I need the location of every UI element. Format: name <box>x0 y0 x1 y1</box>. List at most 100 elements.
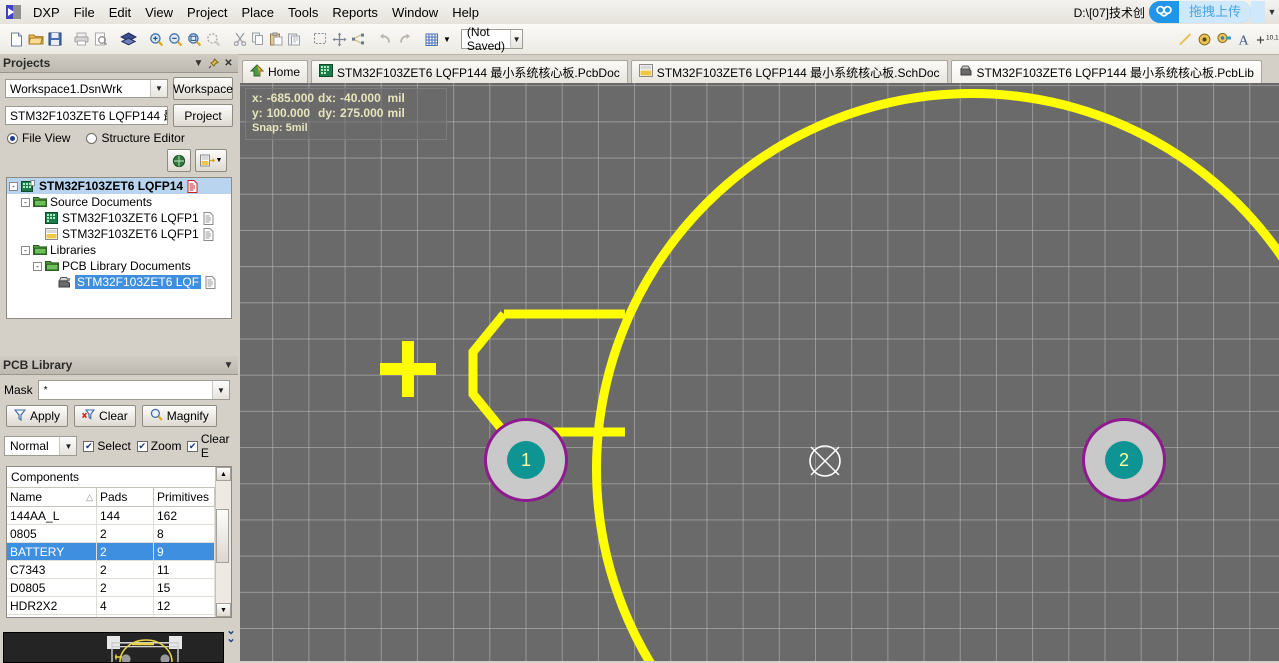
open-project-button[interactable]: ▼ <box>195 149 227 172</box>
tree-expander-icon[interactable]: - <box>21 245 30 255</box>
pad-2[interactable]: 2 <box>1082 418 1166 502</box>
pad-1[interactable]: 1 <box>484 418 568 502</box>
align-icon[interactable] <box>350 27 367 51</box>
tree-item[interactable]: STM32F103ZET6 LQFP1 <box>7 210 231 226</box>
menu-reports[interactable]: Reports <box>325 2 385 23</box>
tree-expander-icon[interactable]: - <box>9 181 18 191</box>
workspace-combo[interactable]: Workspace1.DsnWrk ▼ <box>5 79 168 98</box>
chevron-down-icon[interactable]: ▼ <box>216 157 223 164</box>
tab-schdoc[interactable]: STM32F103ZET6 LQFP144 最小系统核心板.SchDoc <box>630 60 948 83</box>
table-row[interactable]: BATTERY 2 9 <box>7 543 215 561</box>
line-icon[interactable] <box>1177 27 1194 51</box>
zoom-in-icon[interactable] <box>148 27 165 51</box>
table-row[interactable]: HDR2X3615 <box>7 615 215 617</box>
table-row[interactable]: 144AA_L 144 162 <box>7 507 215 525</box>
clear-existing-checkbox[interactable]: ✔ Clear E <box>187 432 238 460</box>
menu-window[interactable]: Window <box>385 2 445 23</box>
redo-icon[interactable] <box>396 27 413 51</box>
tree-item[interactable]: - STM32F103ZET6 LQFP14 <box>7 178 231 194</box>
magnify-button[interactable]: Magnify <box>141 405 217 427</box>
pcb-canvas[interactable]: 1 2 x: -685.000 dx: -40.000 mil y: 100.0… <box>240 83 1279 661</box>
grid-icon[interactable] <box>423 27 440 51</box>
structure-editor-radio[interactable] <box>86 132 98 144</box>
compile-button[interactable] <box>167 149 191 172</box>
coordinate-icon[interactable]: 10,10 <box>1254 27 1279 51</box>
menu-overflow-icon[interactable]: ▼ <box>1265 7 1279 17</box>
tree-expander-icon[interactable]: - <box>33 261 42 271</box>
chevron-down-icon[interactable]: ▼ <box>192 57 205 70</box>
tree-item[interactable]: - Source Documents <box>7 194 231 210</box>
via-icon[interactable] <box>1215 27 1233 51</box>
select-area-icon[interactable] <box>312 27 329 51</box>
menu-file[interactable]: File <box>67 2 102 23</box>
select-checkbox[interactable]: ✔ Select <box>83 439 131 453</box>
zoom-area-icon[interactable] <box>186 27 203 51</box>
components-grid[interactable]: Components Name △ Pads Primitives 144AA_… <box>6 466 232 618</box>
chevron-down-icon[interactable]: ▼ <box>212 381 229 399</box>
zoom-out-icon[interactable] <box>167 27 184 51</box>
layers-icon[interactable] <box>119 27 138 51</box>
print-icon[interactable] <box>73 27 90 51</box>
tree-item[interactable]: - Libraries <box>7 242 231 258</box>
scroll-up-icon[interactable]: ▲ <box>216 467 231 481</box>
clear-button[interactable]: Clear <box>74 405 136 427</box>
column-header-primitives[interactable]: Primitives <box>154 488 215 506</box>
scroll-down-icon[interactable]: ▼ <box>216 603 231 617</box>
mask-input[interactable]: * ▼ <box>37 380 230 400</box>
close-icon[interactable]: ✕ <box>222 57 235 70</box>
tree-item[interactable]: STM32F103ZET6 LQF <box>7 274 231 290</box>
file-view-radio[interactable] <box>7 132 18 144</box>
menu-project[interactable]: Project <box>180 2 234 23</box>
pad-icon[interactable] <box>1196 27 1213 51</box>
chevron-down-icon[interactable]: ▼ <box>510 30 522 48</box>
scrollbar-thumb[interactable] <box>216 509 229 563</box>
expand-panel-icon[interactable]: ⌄ ⌄ <box>224 624 238 646</box>
paste-special-icon[interactable] <box>286 27 302 51</box>
silkscreen-pad1-outline[interactable] <box>465 308 635 438</box>
project-tree[interactable]: - STM32F103ZET6 LQFP14- Source Documents ST… <box>6 177 232 319</box>
project-button[interactable]: Project <box>173 104 233 127</box>
tree-item[interactable]: - PCB Library Documents <box>7 258 231 274</box>
tab-pcbdoc[interactable]: STM32F103ZET6 LQFP144 最小系统核心板.PcbDoc <box>311 60 628 83</box>
workspace-button[interactable]: Workspace <box>173 77 233 100</box>
menu-help[interactable]: Help <box>445 2 486 23</box>
layer-combo[interactable]: (Not Saved) ▼ <box>460 25 523 53</box>
menu-place[interactable]: Place <box>235 2 282 23</box>
chevron-down-icon[interactable]: ▼ <box>59 437 77 455</box>
print-preview-icon[interactable] <box>92 27 109 51</box>
tab-home[interactable]: Home <box>242 60 309 83</box>
menu-view[interactable]: View <box>138 2 180 23</box>
save-icon[interactable] <box>47 27 63 51</box>
menu-dxp[interactable]: DXP <box>26 2 67 23</box>
table-row[interactable]: 0805 2 8 <box>7 525 215 543</box>
tab-pcblib[interactable]: STM32F103ZET6 LQFP144 最小系统核心板.PcbLib <box>950 60 1262 83</box>
menu-tools[interactable]: Tools <box>281 2 325 23</box>
column-header-pads[interactable]: Pads <box>97 488 154 506</box>
open-folder-icon[interactable] <box>27 27 45 51</box>
text-icon[interactable]: A <box>1235 27 1252 51</box>
grid-dropdown-icon[interactable]: ▼ <box>442 27 452 51</box>
new-document-icon[interactable] <box>8 27 25 51</box>
project-field[interactable]: STM32F103ZET6 LQFP144 最小 <box>5 106 168 125</box>
upload-button[interactable]: 拖拽上传 <box>1148 1 1251 23</box>
mode-combo[interactable]: Normal ▼ <box>4 436 78 456</box>
chevron-down-icon[interactable]: ▼ <box>222 359 235 372</box>
move-icon[interactable] <box>331 27 348 51</box>
copy-icon[interactable] <box>250 27 266 51</box>
zoom-checkbox[interactable]: ✔ Zoom <box>136 439 181 453</box>
chevron-down-icon[interactable]: ▼ <box>150 80 167 97</box>
menu-edit[interactable]: Edit <box>102 2 138 23</box>
apply-button[interactable]: Apply <box>6 405 69 427</box>
tree-item[interactable]: STM32F103ZET6 LQFP1 <box>7 226 231 242</box>
paste-icon[interactable] <box>268 27 284 51</box>
cut-icon[interactable] <box>232 27 248 51</box>
undo-icon[interactable] <box>377 27 394 51</box>
tree-expander-icon[interactable]: - <box>21 197 30 207</box>
table-row[interactable]: D0805 2 15 <box>7 579 215 597</box>
column-header-name[interactable]: Name △ <box>7 488 97 506</box>
components-scrollbar[interactable]: ▲ ▼ <box>215 467 231 617</box>
zoom-selected-icon[interactable] <box>205 27 222 51</box>
table-row[interactable]: C7343 2 11 <box>7 561 215 579</box>
pin-icon[interactable] <box>207 57 220 70</box>
table-row[interactable]: HDR2X2 4 12 <box>7 597 215 615</box>
